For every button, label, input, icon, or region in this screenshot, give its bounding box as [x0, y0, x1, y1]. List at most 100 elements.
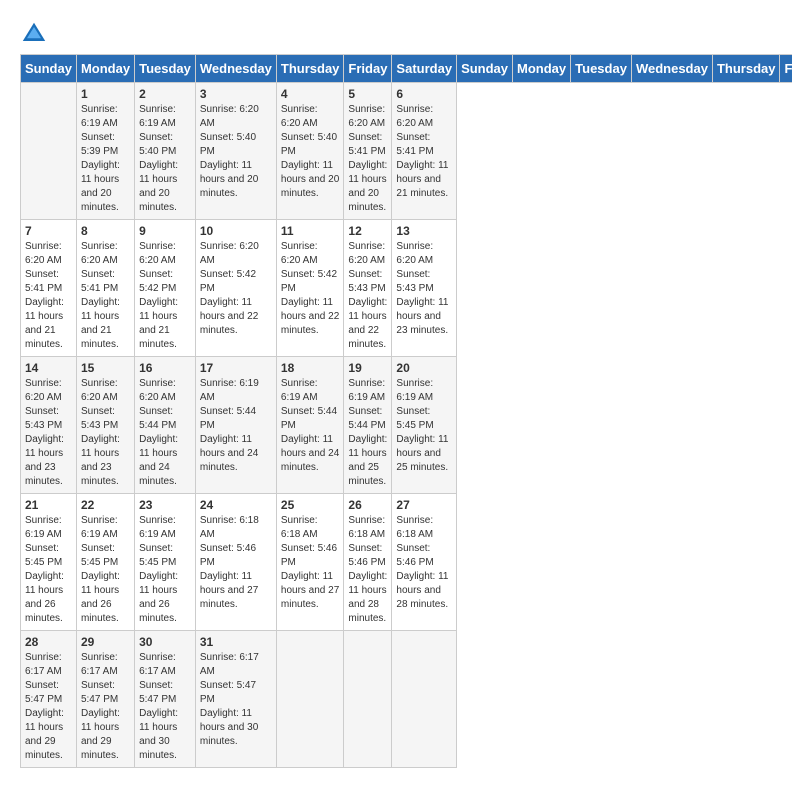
cell-info: Sunrise: 6:19 AM Sunset: 5:39 PM Dayligh…	[81, 103, 130, 215]
calendar-cell: 5 Sunrise: 6:20 AM Sunset: 5:41 PM Dayli…	[344, 83, 392, 220]
sunset-label: Sunset: 5:42 PM	[281, 269, 337, 294]
sunrise-label: Sunrise: 6:17 AM	[81, 652, 118, 677]
daylight-label: Daylight: 11 hours and 24 minutes.	[200, 434, 258, 473]
sunrise-label: Sunrise: 6:20 AM	[396, 241, 433, 266]
daylight-label: Daylight: 11 hours and 20 minutes.	[81, 160, 120, 213]
sunset-label: Sunset: 5:43 PM	[81, 406, 118, 431]
calendar-cell: 16 Sunrise: 6:20 AM Sunset: 5:44 PM Dayl…	[135, 357, 196, 494]
cell-info: Sunrise: 6:20 AM Sunset: 5:43 PM Dayligh…	[348, 240, 387, 352]
daylight-label: Daylight: 11 hours and 24 minutes.	[139, 434, 178, 487]
sunset-label: Sunset: 5:44 PM	[139, 406, 176, 431]
cell-info: Sunrise: 6:18 AM Sunset: 5:46 PM Dayligh…	[348, 514, 387, 626]
sunrise-label: Sunrise: 6:20 AM	[25, 378, 62, 403]
sunset-label: Sunset: 5:46 PM	[281, 543, 337, 568]
sunset-label: Sunset: 5:41 PM	[348, 132, 385, 157]
sunrise-label: Sunrise: 6:19 AM	[139, 515, 176, 540]
day-number: 5	[348, 87, 387, 101]
sunrise-label: Sunrise: 6:20 AM	[348, 241, 385, 266]
calendar-cell: 1 Sunrise: 6:19 AM Sunset: 5:39 PM Dayli…	[76, 83, 134, 220]
header-friday: Friday	[344, 55, 392, 83]
sunrise-label: Sunrise: 6:20 AM	[200, 241, 259, 266]
sunrise-label: Sunrise: 6:20 AM	[139, 241, 176, 266]
sunset-label: Sunset: 5:45 PM	[139, 543, 176, 568]
day-number: 8	[81, 224, 130, 238]
calendar-cell: 18 Sunrise: 6:19 AM Sunset: 5:44 PM Dayl…	[276, 357, 344, 494]
cell-info: Sunrise: 6:17 AM Sunset: 5:47 PM Dayligh…	[25, 651, 72, 763]
cell-info: Sunrise: 6:19 AM Sunset: 5:40 PM Dayligh…	[139, 103, 191, 215]
header-tuesday: Tuesday	[571, 55, 632, 83]
sunrise-label: Sunrise: 6:19 AM	[348, 378, 385, 403]
cell-info: Sunrise: 6:19 AM Sunset: 5:44 PM Dayligh…	[281, 377, 340, 475]
cell-info: Sunrise: 6:20 AM Sunset: 5:41 PM Dayligh…	[396, 103, 452, 201]
day-number: 10	[200, 224, 272, 238]
sunset-label: Sunset: 5:42 PM	[139, 269, 176, 294]
calendar-cell: 24 Sunrise: 6:18 AM Sunset: 5:46 PM Dayl…	[195, 494, 276, 631]
sunrise-label: Sunrise: 6:19 AM	[281, 378, 318, 403]
header-thursday: Thursday	[276, 55, 344, 83]
daylight-label: Daylight: 11 hours and 24 minutes.	[281, 434, 339, 473]
calendar-cell	[21, 83, 77, 220]
sunset-label: Sunset: 5:46 PM	[348, 543, 385, 568]
day-number: 1	[81, 87, 130, 101]
daylight-label: Daylight: 11 hours and 23 minutes.	[396, 297, 448, 336]
sunset-label: Sunset: 5:47 PM	[81, 680, 118, 705]
sunset-label: Sunset: 5:43 PM	[396, 269, 433, 294]
day-number: 27	[396, 498, 452, 512]
day-number: 6	[396, 87, 452, 101]
calendar-table: SundayMondayTuesdayWednesdayThursdayFrid…	[20, 54, 792, 768]
sunset-label: Sunset: 5:39 PM	[81, 132, 118, 157]
sunrise-label: Sunrise: 6:20 AM	[200, 104, 259, 129]
cell-info: Sunrise: 6:20 AM Sunset: 5:42 PM Dayligh…	[139, 240, 191, 352]
daylight-label: Daylight: 11 hours and 23 minutes.	[25, 434, 64, 487]
sunset-label: Sunset: 5:44 PM	[200, 406, 256, 431]
daylight-label: Daylight: 11 hours and 20 minutes.	[281, 160, 339, 199]
daylight-label: Daylight: 11 hours and 20 minutes.	[348, 160, 387, 213]
calendar-week-2: 14 Sunrise: 6:20 AM Sunset: 5:43 PM Dayl…	[21, 357, 792, 494]
day-number: 25	[281, 498, 340, 512]
sunset-label: Sunset: 5:45 PM	[396, 406, 433, 431]
sunset-label: Sunset: 5:46 PM	[396, 543, 433, 568]
day-number: 15	[81, 361, 130, 375]
header-sunday: Sunday	[21, 55, 77, 83]
daylight-label: Daylight: 11 hours and 23 minutes.	[81, 434, 120, 487]
daylight-label: Daylight: 11 hours and 22 minutes.	[200, 297, 258, 336]
sunset-label: Sunset: 5:40 PM	[139, 132, 176, 157]
cell-info: Sunrise: 6:20 AM Sunset: 5:43 PM Dayligh…	[396, 240, 452, 338]
daylight-label: Daylight: 11 hours and 26 minutes.	[25, 571, 64, 624]
day-number: 20	[396, 361, 452, 375]
header-wednesday: Wednesday	[631, 55, 712, 83]
daylight-label: Daylight: 11 hours and 22 minutes.	[281, 297, 339, 336]
day-number: 21	[25, 498, 72, 512]
calendar-week-3: 21 Sunrise: 6:19 AM Sunset: 5:45 PM Dayl…	[21, 494, 792, 631]
sunset-label: Sunset: 5:42 PM	[200, 269, 256, 294]
calendar-cell: 17 Sunrise: 6:19 AM Sunset: 5:44 PM Dayl…	[195, 357, 276, 494]
calendar-cell: 2 Sunrise: 6:19 AM Sunset: 5:40 PM Dayli…	[135, 83, 196, 220]
sunrise-label: Sunrise: 6:20 AM	[281, 104, 318, 129]
calendar-cell: 31 Sunrise: 6:17 AM Sunset: 5:47 PM Dayl…	[195, 631, 276, 768]
calendar-cell: 11 Sunrise: 6:20 AM Sunset: 5:42 PM Dayl…	[276, 220, 344, 357]
daylight-label: Daylight: 11 hours and 27 minutes.	[281, 571, 339, 610]
sunset-label: Sunset: 5:40 PM	[281, 132, 337, 157]
day-number: 26	[348, 498, 387, 512]
cell-info: Sunrise: 6:19 AM Sunset: 5:45 PM Dayligh…	[396, 377, 452, 475]
daylight-label: Daylight: 11 hours and 25 minutes.	[348, 434, 387, 487]
calendar-cell: 9 Sunrise: 6:20 AM Sunset: 5:42 PM Dayli…	[135, 220, 196, 357]
sunrise-label: Sunrise: 6:19 AM	[81, 104, 118, 129]
sunrise-label: Sunrise: 6:19 AM	[200, 378, 259, 403]
daylight-label: Daylight: 11 hours and 27 minutes.	[200, 571, 258, 610]
header-friday: Friday	[780, 55, 792, 83]
daylight-label: Daylight: 11 hours and 29 minutes.	[25, 708, 64, 761]
day-number: 16	[139, 361, 191, 375]
calendar-cell: 4 Sunrise: 6:20 AM Sunset: 5:40 PM Dayli…	[276, 83, 344, 220]
daylight-label: Daylight: 11 hours and 28 minutes.	[396, 571, 448, 610]
day-number: 7	[25, 224, 72, 238]
sunset-label: Sunset: 5:41 PM	[81, 269, 118, 294]
cell-info: Sunrise: 6:20 AM Sunset: 5:40 PM Dayligh…	[200, 103, 272, 201]
cell-info: Sunrise: 6:17 AM Sunset: 5:47 PM Dayligh…	[139, 651, 191, 763]
calendar-cell: 3 Sunrise: 6:20 AM Sunset: 5:40 PM Dayli…	[195, 83, 276, 220]
day-number: 24	[200, 498, 272, 512]
calendar-week-0: 1 Sunrise: 6:19 AM Sunset: 5:39 PM Dayli…	[21, 83, 792, 220]
daylight-label: Daylight: 11 hours and 21 minutes.	[139, 297, 178, 350]
sunset-label: Sunset: 5:47 PM	[139, 680, 176, 705]
sunrise-label: Sunrise: 6:19 AM	[396, 378, 433, 403]
